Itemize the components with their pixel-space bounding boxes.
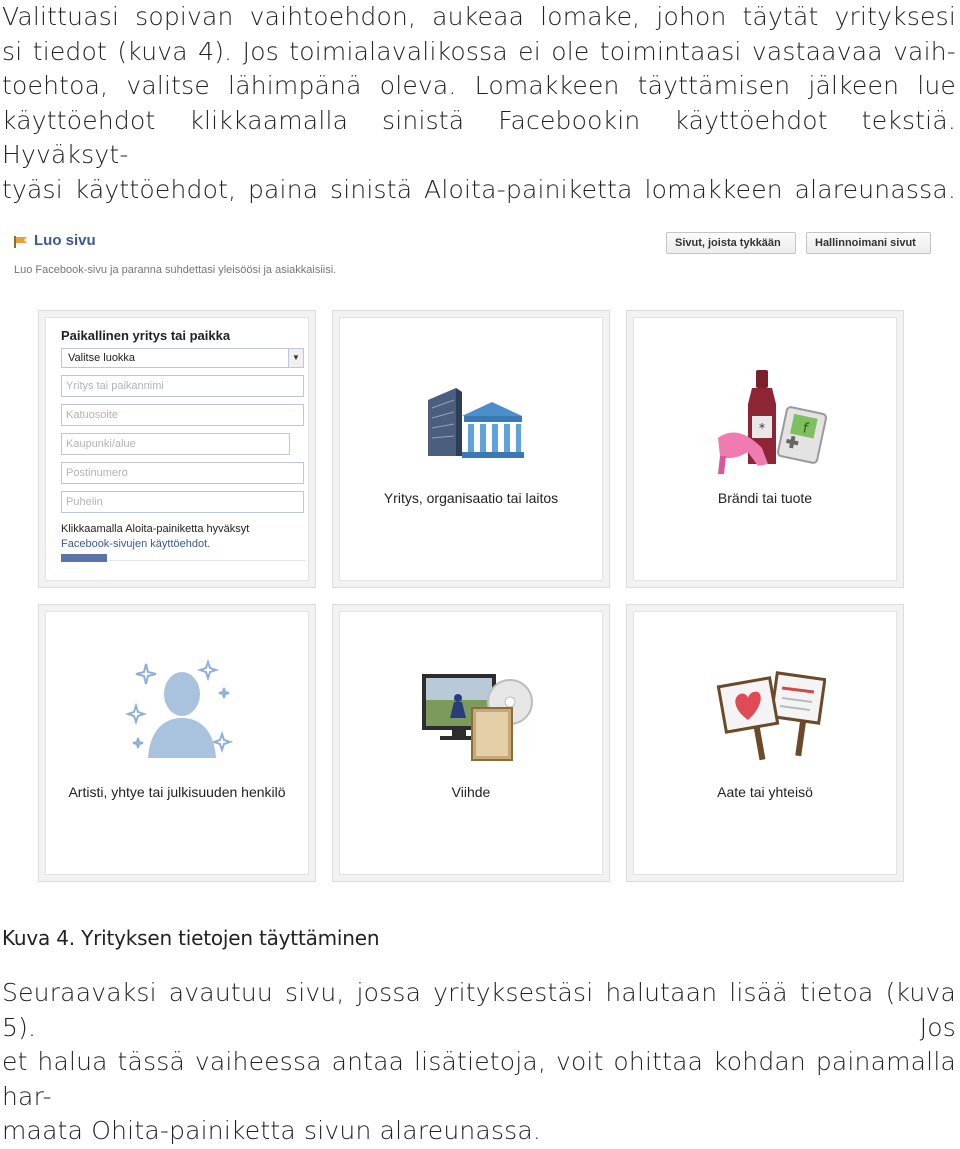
start-button[interactable] (61, 554, 107, 562)
local-business-tile[interactable]: Paikallinen yritys tai paikka Valitse lu… (38, 310, 316, 588)
terms-link[interactable]: Facebook-sivujen käyttöehdot. (61, 537, 311, 552)
city-field[interactable]: Kaupunki/alue (61, 433, 290, 455)
tile-inner: Artisti, yhtye tai julkisuuden henkilö (45, 611, 309, 875)
category-tile-artist[interactable]: Artisti, yhtye tai julkisuuden henkilö (38, 604, 316, 882)
category-tile-company[interactable]: Yritys, organisaatio tai laitos (332, 310, 610, 588)
entertainment-icon (422, 674, 533, 761)
liked-pages-button[interactable]: Sivut, joista tykkään (666, 232, 796, 254)
intro-line: toehtoa, valitse lähimpänä oleva. Lomakk… (2, 71, 956, 100)
intro-line: Valittuasi sopivan vaihtoehdon, aukeaa l… (2, 2, 956, 31)
phone-field[interactable]: Puhelin (61, 491, 304, 513)
tile-inner: Viihde (339, 611, 603, 875)
category-tile-brand[interactable]: * f Brändi tai tuote (626, 310, 904, 588)
category-select[interactable]: Valitse luokka ▼ (61, 348, 304, 368)
outro-line: maata Ohita-painiketta sivun alareunassa… (2, 1116, 542, 1145)
local-business-form: Paikallinen yritys tai paikka Valitse lu… (45, 317, 309, 581)
outro-line: Seuraavaksi avautuu sivu, jossa yritykse… (2, 978, 956, 1042)
category-select-value: Valitse luokka (68, 352, 136, 364)
category-tile-entertainment[interactable]: Viihde (332, 604, 610, 882)
page-title: Luo sivu (34, 232, 96, 249)
form-title: Paikallinen yritys tai paikka (61, 328, 231, 343)
figure-caption: Kuva 4. Yrityksen tietojen täyttäminen (2, 926, 380, 950)
page-subtitle: Luo Facebook-sivu ja paranna suhdettasi … (14, 264, 337, 276)
street-address-field[interactable]: Katuosoite (61, 404, 304, 426)
terms-text: Klikkaamalla Aloita-painiketta hyväksyt … (61, 522, 311, 552)
svg-text:*: * (759, 421, 765, 435)
tile-inner: Yritys, organisaatio tai laitos (339, 317, 603, 581)
category-label: Aate tai yhteisö (717, 784, 813, 800)
category-label: Artisti, yhtye tai julkisuuden henkilö (68, 784, 286, 800)
person-icon (124, 658, 234, 758)
facebook-create-page-screenshot: Luo sivu Luo Facebook-sivu ja paranna su… (0, 222, 960, 894)
tile-inner: * f Brändi tai tuote (633, 317, 897, 581)
business-name-field[interactable]: Yritys tai paikannimi (61, 375, 304, 397)
postal-code-field[interactable]: Postinumero (61, 462, 304, 484)
category-tile-cause[interactable]: Aate tai yhteisö (626, 604, 904, 882)
products-icon: * f (718, 370, 828, 474)
chevron-down-icon: ▼ (288, 349, 303, 367)
category-label: Yritys, organisaatio tai laitos (383, 490, 559, 506)
outro-paragraph: Seuraavaksi avautuu sivu, jossa yritykse… (2, 976, 956, 1149)
intro-line: tyäsi käyttöehdot, paina sinistä Aloita-… (2, 174, 956, 204)
flag-icon (14, 236, 27, 248)
tile-inner: Aate tai yhteisö (633, 611, 897, 875)
building-icon (428, 388, 524, 458)
intro-line: käyttöehdot klikkaamalla sinistä Faceboo… (2, 105, 956, 170)
category-label: Brändi tai tuote (717, 490, 813, 506)
intro-paragraph: Valittuasi sopivan vaihtoehdon, aukeaa l… (2, 0, 956, 207)
outro-line: et halua tässä vaiheessa antaa lisätieto… (2, 1047, 956, 1111)
intro-line: si tiedot (kuva 4). Jos toimialavalikoss… (2, 36, 956, 66)
manage-pages-button[interactable]: Hallinnoimani sivut (806, 232, 931, 254)
signs-icon (716, 671, 826, 761)
terms-sentence: Klikkaamalla Aloita-painiketta hyväksyt (61, 523, 250, 535)
category-label: Viihde (451, 784, 491, 800)
